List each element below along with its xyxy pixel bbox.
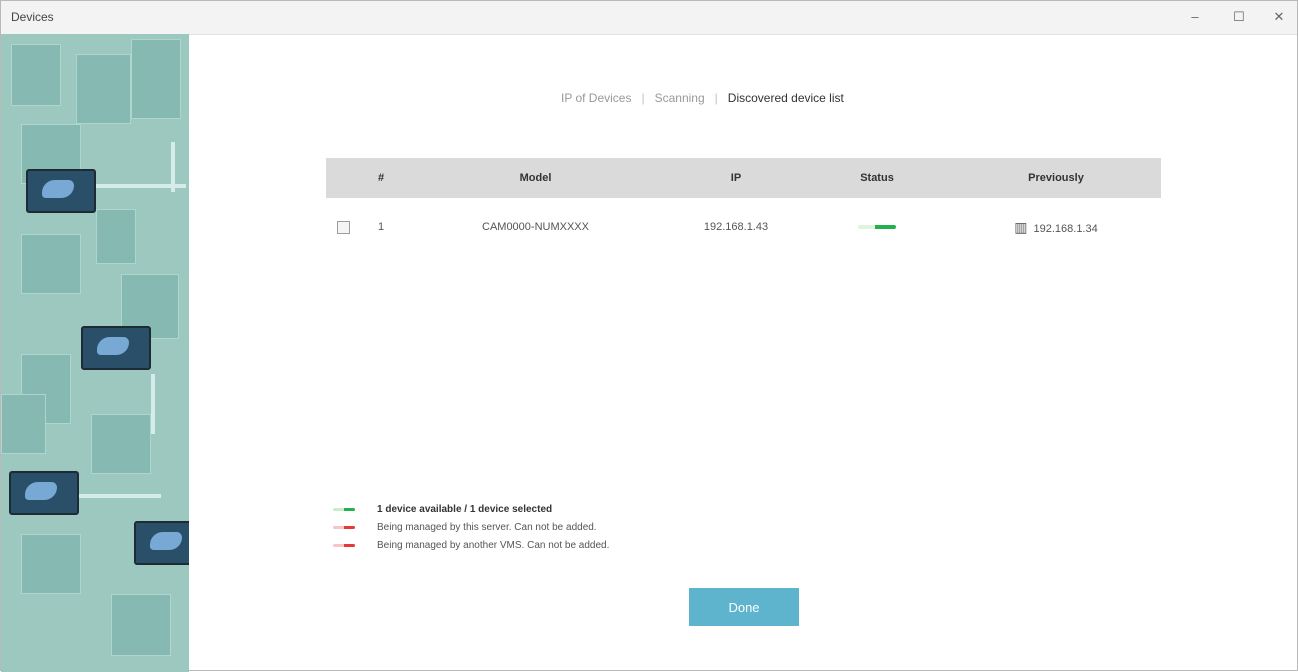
green-status-indicator <box>333 507 355 511</box>
step-scanning: Scanning <box>654 91 705 105</box>
header-ip: IP <box>669 158 803 198</box>
status-legend: 1 device available / 1 device selected B… <box>333 501 609 555</box>
row-select-cell <box>326 198 360 256</box>
laptop-icon <box>81 326 151 370</box>
status-available-indicator <box>858 225 896 230</box>
row-status-cell <box>803 198 951 256</box>
wizard-breadcrumb: IP of Devices | Scanning | Discovered device… <box>561 91 844 105</box>
row-index: 1 <box>377 221 385 233</box>
row-previously: 192.168.1.34 <box>1033 222 1098 235</box>
done-button[interactable]: Done <box>689 588 799 626</box>
title-bar: Devices – ☐ ✕ <box>1 1 1297 35</box>
row-checkbox[interactable] <box>336 220 350 234</box>
table-row[interactable]: 1 CAM0000-NUMXXXX 192.168.1.43 ▥ 192.168.… <box>326 198 1161 256</box>
laptop-icon <box>9 471 79 515</box>
row-model: CAM0000-NUMXXXX <box>482 221 589 233</box>
minimize-button[interactable]: – <box>1181 7 1209 27</box>
header-index: # <box>360 158 402 198</box>
app-window: Devices – ☐ ✕ IP of Devices | Scanning | Dis… <box>0 0 1298 672</box>
red-status-indicator <box>333 525 355 529</box>
step-ip-of-devices: IP of Devices <box>561 91 632 105</box>
maximize-button[interactable]: ☐ <box>1225 7 1253 27</box>
header-model: Model <box>402 158 669 198</box>
table-header-row: # Model IP Status Previously <box>326 158 1161 198</box>
legend-item-available: 1 device available / 1 device selected <box>333 501 609 519</box>
step-discovered-device-list: Discovered device list <box>727 91 844 105</box>
step-separator: | <box>714 91 718 105</box>
step-separator: | <box>641 91 645 105</box>
row-ip: 192.168.1.43 <box>703 221 769 233</box>
server-icon: ▥ <box>1014 218 1028 235</box>
side-illustration <box>1 34 189 672</box>
device-table: # Model IP Status Previously 1 CAM0000-N… <box>326 158 1161 256</box>
header-status: Status <box>803 158 951 198</box>
legend-item-managed-here: Being managed by this server. Can not be… <box>333 519 609 537</box>
window-title: Devices <box>11 10 54 24</box>
header-previously: Previously <box>951 158 1161 198</box>
close-button[interactable]: ✕ <box>1265 7 1293 27</box>
header-select <box>326 158 360 198</box>
red-status-indicator <box>333 543 355 547</box>
row-previously-cell: ▥ 192.168.1.34 <box>951 198 1161 256</box>
legend-item-managed-elsewhere: Being managed by another VMS. Can not be… <box>333 537 609 555</box>
laptop-icon <box>26 169 96 213</box>
laptop-icon <box>134 521 189 565</box>
